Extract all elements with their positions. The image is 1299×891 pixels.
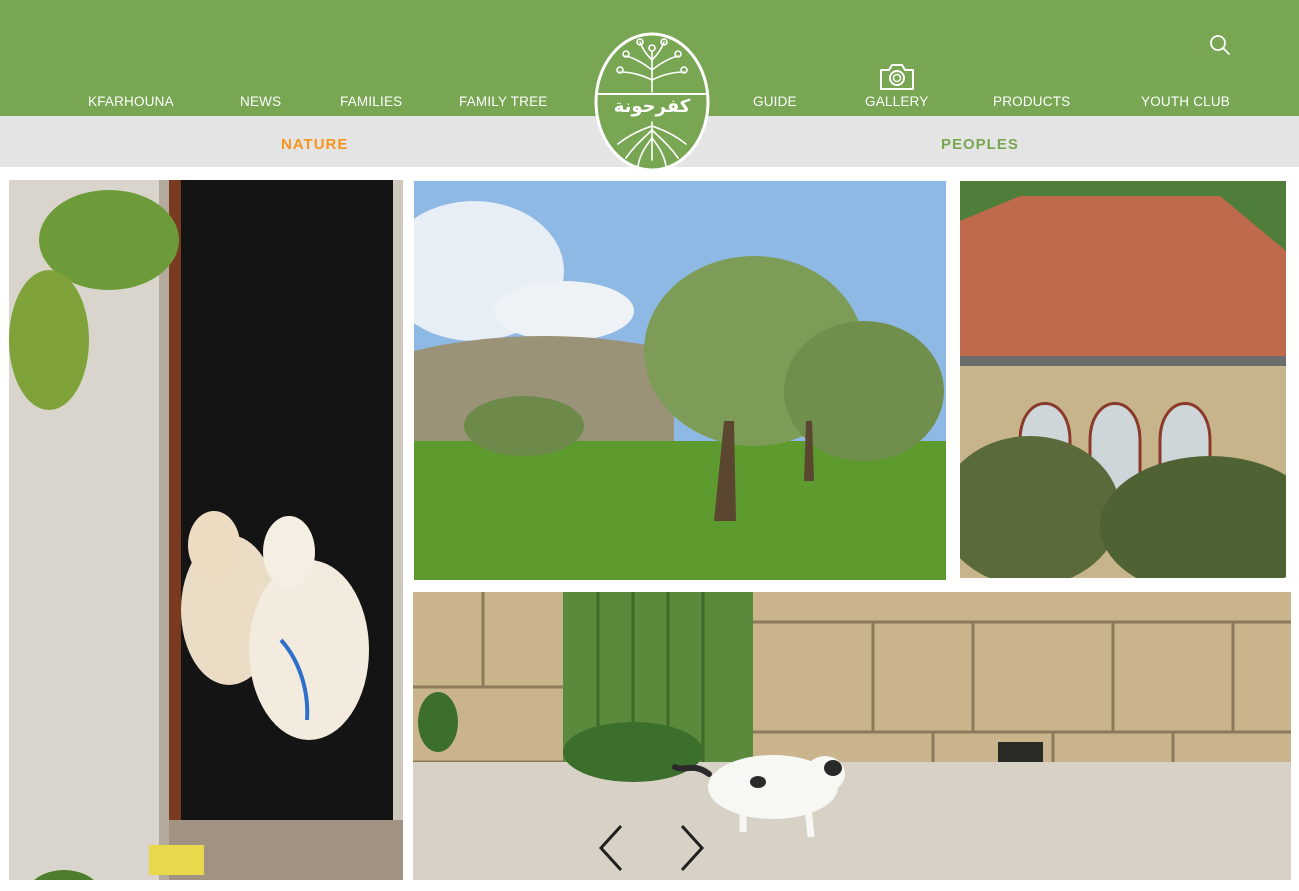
gallery-photo-olive-grove[interactable]: [414, 181, 946, 580]
gallery-photo-goats[interactable]: [9, 180, 403, 880]
nav-item-gallery[interactable]: GALLERY: [865, 94, 928, 109]
logo-arabic-text: كفرحونة: [614, 96, 691, 117]
gallery-photo-cat[interactable]: [413, 592, 1291, 880]
nav-item-kfarhouna[interactable]: KFARHOUNA: [88, 94, 174, 109]
search-icon[interactable]: [1208, 33, 1232, 57]
nav-item-news[interactable]: NEWS: [240, 94, 281, 109]
nav-item-guide[interactable]: GUIDE: [753, 94, 797, 109]
tab-peoples[interactable]: PEOPLES: [941, 136, 1019, 153]
gallery-photo-stone-house[interactable]: [960, 181, 1286, 578]
chevron-right-icon[interactable]: [676, 822, 708, 874]
nav-item-family-tree[interactable]: FAMILY TREE: [459, 94, 547, 109]
chevron-left-icon[interactable]: [595, 822, 627, 874]
tab-nature[interactable]: NATURE: [281, 136, 348, 153]
site-logo[interactable]: كفرحونة: [590, 30, 714, 174]
camera-icon[interactable]: [877, 60, 917, 92]
nav-item-families[interactable]: FAMILIES: [340, 94, 402, 109]
nav-item-products[interactable]: PRODUCTS: [993, 94, 1070, 109]
nav-item-youth-club[interactable]: YOUTH CLUB: [1141, 94, 1230, 109]
